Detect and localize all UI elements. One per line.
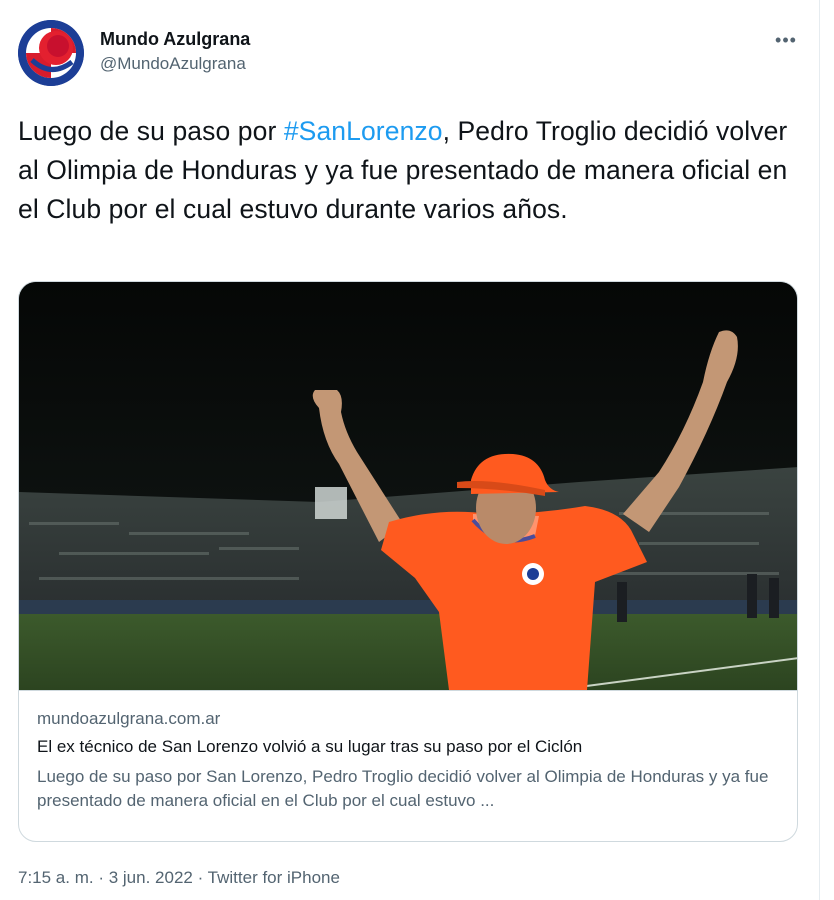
tweet-text-part-1: Luego de su paso por	[18, 116, 284, 146]
avatar[interactable]	[18, 20, 84, 86]
card-description: Luego de su paso por San Lorenzo, Pedro …	[37, 767, 769, 810]
tweet: Mundo Azulgrana @MundoAzulgrana ••• Lueg…	[0, 0, 820, 900]
more-options-button[interactable]: •••	[771, 30, 801, 50]
author-handle[interactable]: @MundoAzulgrana	[100, 53, 250, 75]
hashtag-link[interactable]: #SanLorenzo	[284, 116, 443, 146]
card-image[interactable]	[19, 282, 797, 690]
club-crest-avatar-icon	[18, 20, 84, 86]
card-domain: mundoazulgrana.com.ar	[37, 709, 221, 728]
tweet-text: Luego de su paso por #SanLorenzo, Pedro …	[18, 112, 798, 229]
footer-separator: ·	[192, 868, 208, 887]
tweet-header: Mundo Azulgrana @MundoAzulgrana •••	[18, 20, 801, 86]
card-meta[interactable]: mundoazulgrana.com.ar El ex técnico de S…	[19, 690, 797, 841]
more-dots-icon: •••	[775, 30, 797, 50]
author-display-name[interactable]: Mundo Azulgrana	[100, 28, 250, 50]
tweet-source[interactable]: Twitter for iPhone	[208, 868, 340, 887]
tweet-footer: 7:15 a. m. · 3 jun. 2022 · Twitter for i…	[18, 866, 340, 890]
tweet-time[interactable]: 7:15 a. m.	[18, 868, 94, 887]
footer-separator: ·	[93, 868, 109, 887]
card-title: El ex técnico de San Lorenzo volvió a su…	[37, 737, 583, 756]
stadium-photo	[19, 282, 797, 690]
author-block: Mundo Azulgrana @MundoAzulgrana	[100, 28, 250, 75]
tweet-date[interactable]: 3 jun. 2022	[109, 868, 193, 887]
link-card[interactable]: mundoazulgrana.com.ar El ex técnico de S…	[18, 281, 798, 842]
